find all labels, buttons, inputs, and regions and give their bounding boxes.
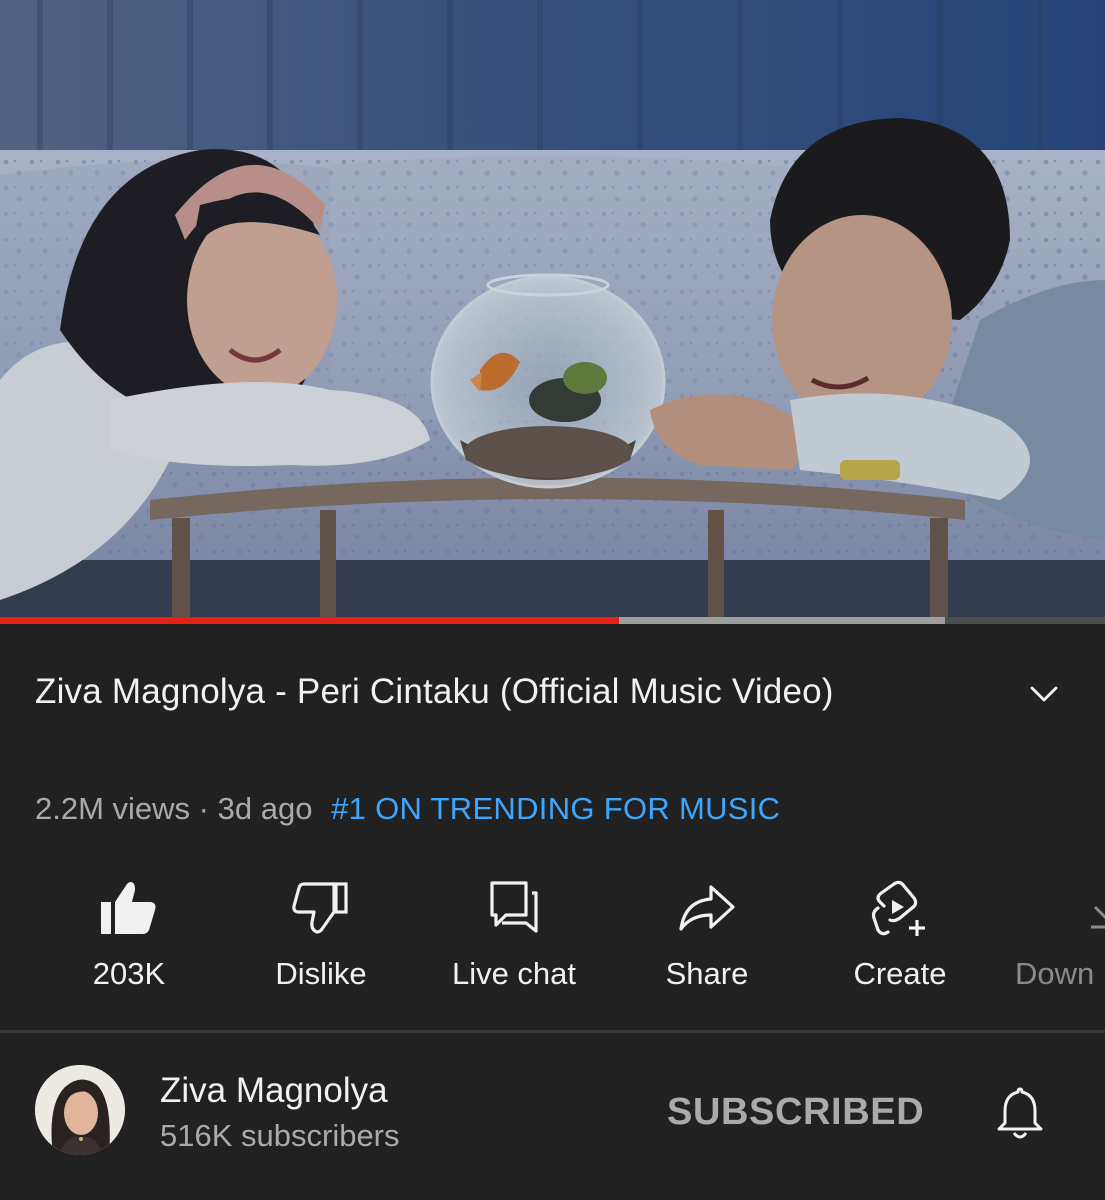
dislike-button[interactable]: Dislike	[236, 870, 406, 1010]
download-button[interactable]: Down	[1015, 870, 1105, 1010]
channel-avatar[interactable]	[35, 1065, 125, 1155]
download-icon	[1075, 876, 1105, 940]
video-player[interactable]	[0, 0, 1105, 624]
live-chat-label: Live chat	[451, 956, 577, 991]
live-chat-button[interactable]: Live chat	[429, 870, 599, 1010]
view-count: 2.2M views	[35, 791, 191, 826]
video-progress-bar[interactable]	[0, 617, 1105, 624]
create-button[interactable]: Create	[815, 870, 985, 1010]
action-bar: 203K Dislike Live chat Share Create Down	[0, 870, 1105, 1010]
trending-badge[interactable]: #1 ON TRENDING FOR MUSIC	[331, 791, 780, 826]
chevron-down-icon	[1030, 686, 1058, 702]
meta-separator: ·	[198, 791, 209, 826]
bell-icon	[997, 1087, 1043, 1139]
upload-age: 3d ago	[217, 791, 313, 826]
share-arrow-icon	[675, 876, 739, 940]
thumbs-up-filled-icon	[97, 876, 161, 940]
video-title[interactable]: Ziva Magnolya - Peri Cintaku (Official M…	[35, 664, 935, 720]
create-label: Create	[853, 956, 947, 991]
download-label: Down	[1015, 956, 1095, 991]
create-plus-icon	[868, 876, 932, 940]
chat-icon	[482, 876, 546, 940]
section-divider	[0, 1030, 1105, 1033]
thumbs-down-icon	[289, 876, 353, 940]
like-count: 203K	[92, 956, 166, 991]
like-button[interactable]: 203K	[44, 870, 214, 1010]
dislike-label: Dislike	[275, 956, 367, 991]
subscriber-count: 516K subscribers	[160, 1118, 400, 1153]
expand-description-button[interactable]	[1022, 672, 1066, 716]
progress-played	[0, 617, 619, 624]
video-thumbnail-scene	[0, 0, 1105, 617]
channel-name[interactable]: Ziva Magnolya	[160, 1068, 388, 1114]
notification-bell-button[interactable]	[990, 1082, 1050, 1142]
subscribed-button[interactable]: SUBSCRIBED	[655, 1084, 936, 1140]
share-label: Share	[665, 956, 749, 991]
video-meta-line: 2.2M views · 3d ago #1 ON TRENDING FOR M…	[35, 786, 780, 832]
share-button[interactable]: Share	[622, 870, 792, 1010]
